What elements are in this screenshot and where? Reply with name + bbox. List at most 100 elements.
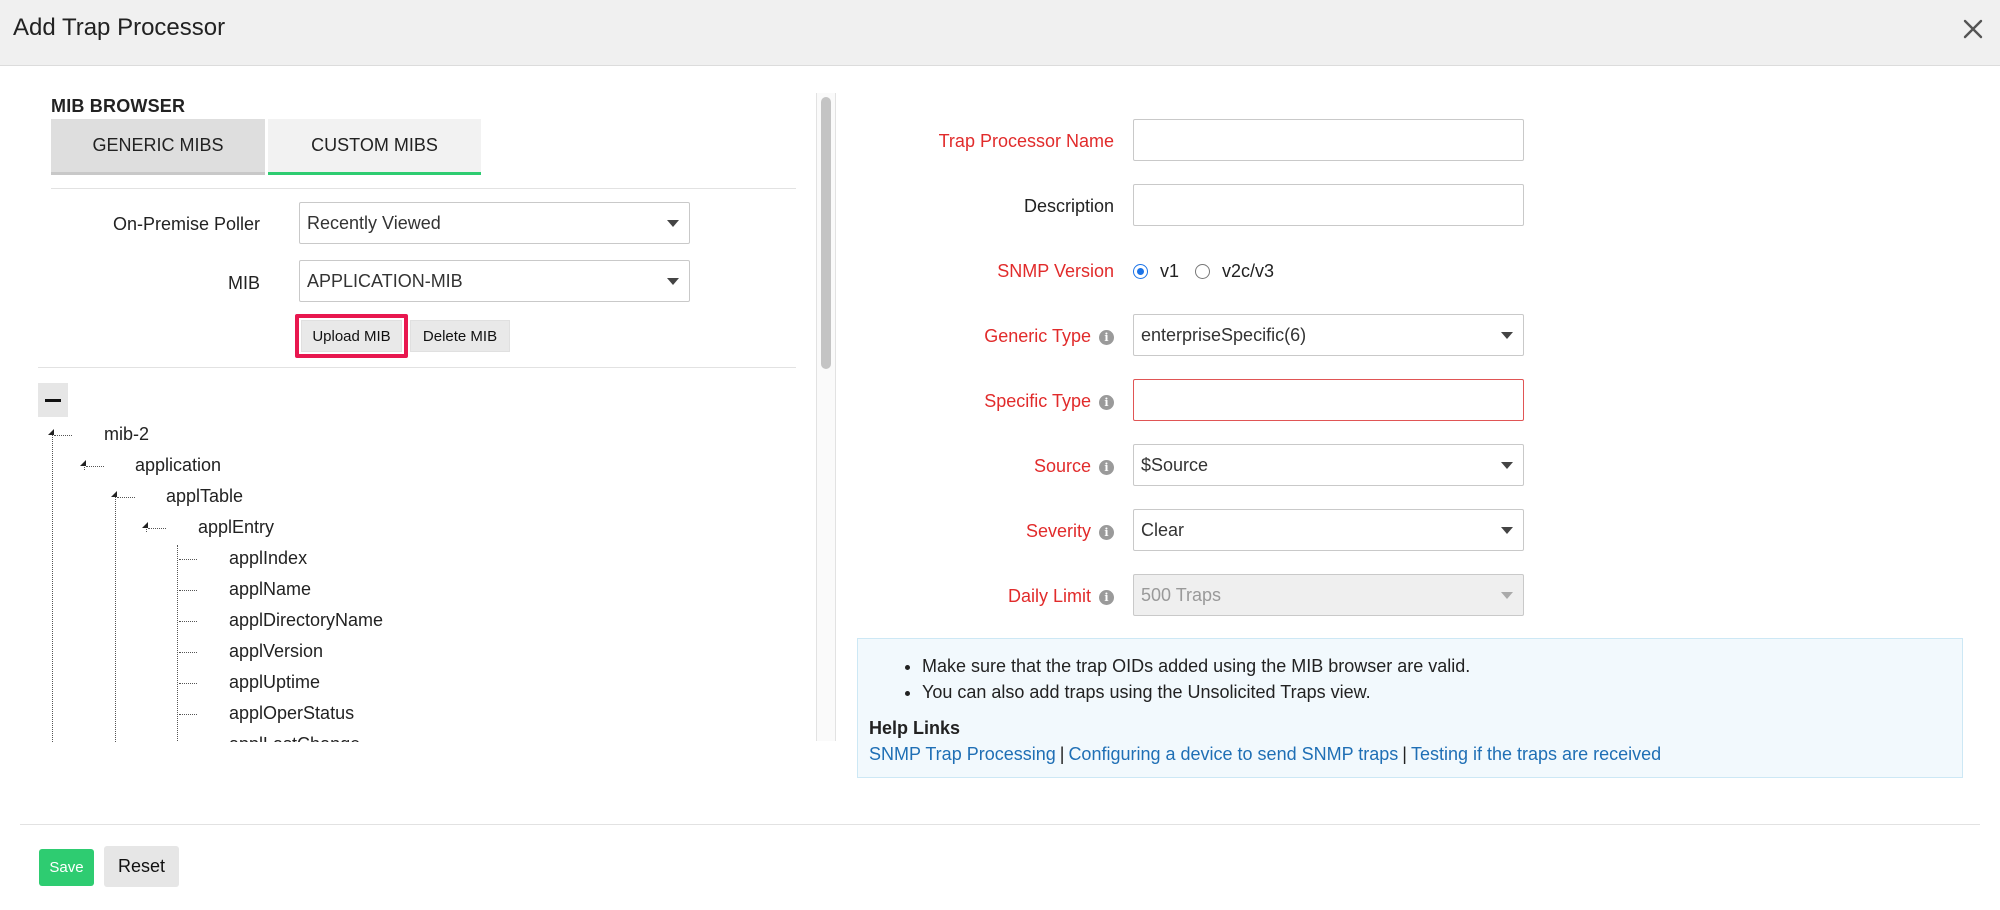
mib-select[interactable]: APPLICATION-MIB xyxy=(299,260,690,302)
tree-node-mib-2[interactable]: mib-2 xyxy=(104,424,149,445)
label-text: Daily Limit xyxy=(1007,586,1091,606)
reset-button[interactable]: Reset xyxy=(104,846,179,887)
tree-leaf[interactable]: applDirectoryName xyxy=(229,610,383,631)
tree-connector xyxy=(86,466,104,467)
dialog-header: Add Trap Processor xyxy=(0,0,2000,66)
divider xyxy=(38,367,796,368)
upload-mib-highlight xyxy=(295,314,408,358)
trap-name-input[interactable] xyxy=(1133,119,1524,161)
collapse-tree-button[interactable] xyxy=(38,383,68,417)
scrollbar-thumb[interactable] xyxy=(821,97,831,369)
chevron-down-icon xyxy=(1501,462,1513,469)
tree-leaf[interactable]: applOperStatus xyxy=(229,703,354,724)
help-links: SNMP Trap Processing | Configuring a devic… xyxy=(869,744,1661,765)
tree-connector xyxy=(179,559,197,560)
tree-connector xyxy=(179,714,197,715)
label-text: Severity xyxy=(1025,521,1091,541)
tree-node-appltable[interactable]: applTable xyxy=(166,486,243,507)
mib-label: MIB xyxy=(227,273,260,293)
description-input[interactable] xyxy=(1133,184,1524,226)
chevron-down-icon xyxy=(667,278,679,285)
left-panel-scrollbar[interactable] xyxy=(816,93,836,741)
tree-guide xyxy=(177,545,178,742)
mib-browser-title: MIB BROWSER xyxy=(51,96,186,116)
info-icon[interactable]: i xyxy=(1099,330,1114,345)
radio-unselected-icon xyxy=(1195,264,1210,279)
close-icon[interactable] xyxy=(1958,14,1988,44)
chevron-down-icon xyxy=(1501,332,1513,339)
tree-guide xyxy=(115,496,116,742)
info-icon[interactable]: i xyxy=(1099,590,1114,605)
save-button[interactable]: Save xyxy=(39,849,94,886)
specific-type-input[interactable] xyxy=(1133,379,1524,421)
footer-divider xyxy=(20,824,1980,825)
generic-type-label: Generic Type i xyxy=(854,326,1114,347)
chevron-down-icon xyxy=(1501,527,1513,534)
source-value: $Source xyxy=(1141,454,1209,475)
help-note-box: Make sure that the trap OIDs added using… xyxy=(857,638,1963,778)
tree-connector xyxy=(179,590,197,591)
help-links-title: Help Links xyxy=(869,718,961,738)
tree-leaf[interactable]: applName xyxy=(229,579,311,600)
note-item: You can also add traps using the Unsolic… xyxy=(922,679,1470,705)
tree-guide xyxy=(52,434,53,742)
tree-node-application[interactable]: application xyxy=(135,455,221,476)
mib-value: APPLICATION-MIB xyxy=(307,270,463,291)
tree-connector xyxy=(179,621,197,622)
info-icon[interactable]: i xyxy=(1099,395,1114,410)
snmp-v1-radio[interactable]: v1 xyxy=(1133,261,1179,282)
generic-type-value: enterpriseSpecific(6) xyxy=(1141,324,1307,345)
daily-limit-value: 500 Traps xyxy=(1141,584,1222,605)
tree-leaf[interactable]: applLastChange xyxy=(229,734,360,742)
poller-label: On-Premise Poller xyxy=(112,214,260,234)
daily-limit-select: 500 Traps xyxy=(1133,574,1524,616)
tree-connector xyxy=(148,528,166,529)
tab-label: CUSTOM MIBS xyxy=(311,135,438,155)
link-separator: | xyxy=(1402,744,1407,764)
radio-label: v1 xyxy=(1160,261,1180,281)
link-separator: | xyxy=(1059,744,1065,764)
severity-label: Severity i xyxy=(854,521,1114,542)
label-text: Generic Type xyxy=(984,326,1091,346)
note-item: Make sure that the trap OIDs added using… xyxy=(922,653,1470,679)
link-snmp-trap-processing[interactable]: SNMP Trap Processing xyxy=(869,744,1056,764)
link-configuring-device[interactable]: Configuring a device to send SNMP traps xyxy=(1068,744,1398,764)
trap-name-label: Trap Processor Name xyxy=(938,131,1114,151)
label-text: Source xyxy=(1033,456,1091,476)
link-testing-traps[interactable]: Testing if the traps are received xyxy=(1411,744,1661,764)
severity-select[interactable]: Clear xyxy=(1133,509,1524,551)
snmp-v2c-radio[interactable]: v2c/v3 xyxy=(1195,261,1274,282)
note-list: Make sure that the trap OIDs added using… xyxy=(922,653,1470,705)
tree-node-applentry[interactable]: applEntry xyxy=(198,517,274,538)
tree-connector xyxy=(179,683,197,684)
source-label: Source i xyxy=(854,456,1114,477)
chevron-down-icon xyxy=(1501,592,1513,599)
tree-connector xyxy=(54,435,72,436)
tree-connector xyxy=(117,497,135,498)
info-icon[interactable]: i xyxy=(1099,525,1114,540)
snmp-version-label: SNMP Version xyxy=(997,261,1114,281)
specific-type-label: Specific Type i xyxy=(854,391,1114,412)
chevron-down-icon xyxy=(667,220,679,227)
radio-label: v2c/v3 xyxy=(1222,261,1275,281)
description-label: Description xyxy=(1023,196,1114,216)
tab-custom-mibs[interactable]: CUSTOM MIBS xyxy=(268,119,481,175)
poller-select[interactable]: Recently Viewed xyxy=(299,202,690,244)
dialog-title: Add Trap Processor xyxy=(13,14,226,41)
label-text: Specific Type xyxy=(984,391,1091,411)
divider xyxy=(51,188,796,189)
tree-leaf[interactable]: applIndex xyxy=(229,548,307,569)
delete-mib-button[interactable]: Delete MIB xyxy=(410,320,510,352)
source-select[interactable]: $Source xyxy=(1133,444,1524,486)
poller-value: Recently Viewed xyxy=(307,212,441,233)
tab-generic-mibs[interactable]: GENERIC MIBS xyxy=(51,119,265,175)
generic-type-select[interactable]: enterpriseSpecific(6) xyxy=(1133,314,1524,356)
radio-selected-icon xyxy=(1133,264,1148,279)
tree-leaf[interactable]: applUptime xyxy=(229,672,320,693)
tab-label: GENERIC MIBS xyxy=(92,135,224,155)
info-icon[interactable]: i xyxy=(1099,460,1114,475)
tree-leaf[interactable]: applVersion xyxy=(229,641,323,662)
tree-connector xyxy=(179,652,197,653)
mib-tree: mib-2 application applTable applEntry ap… xyxy=(38,380,798,742)
severity-value: Clear xyxy=(1141,519,1185,540)
